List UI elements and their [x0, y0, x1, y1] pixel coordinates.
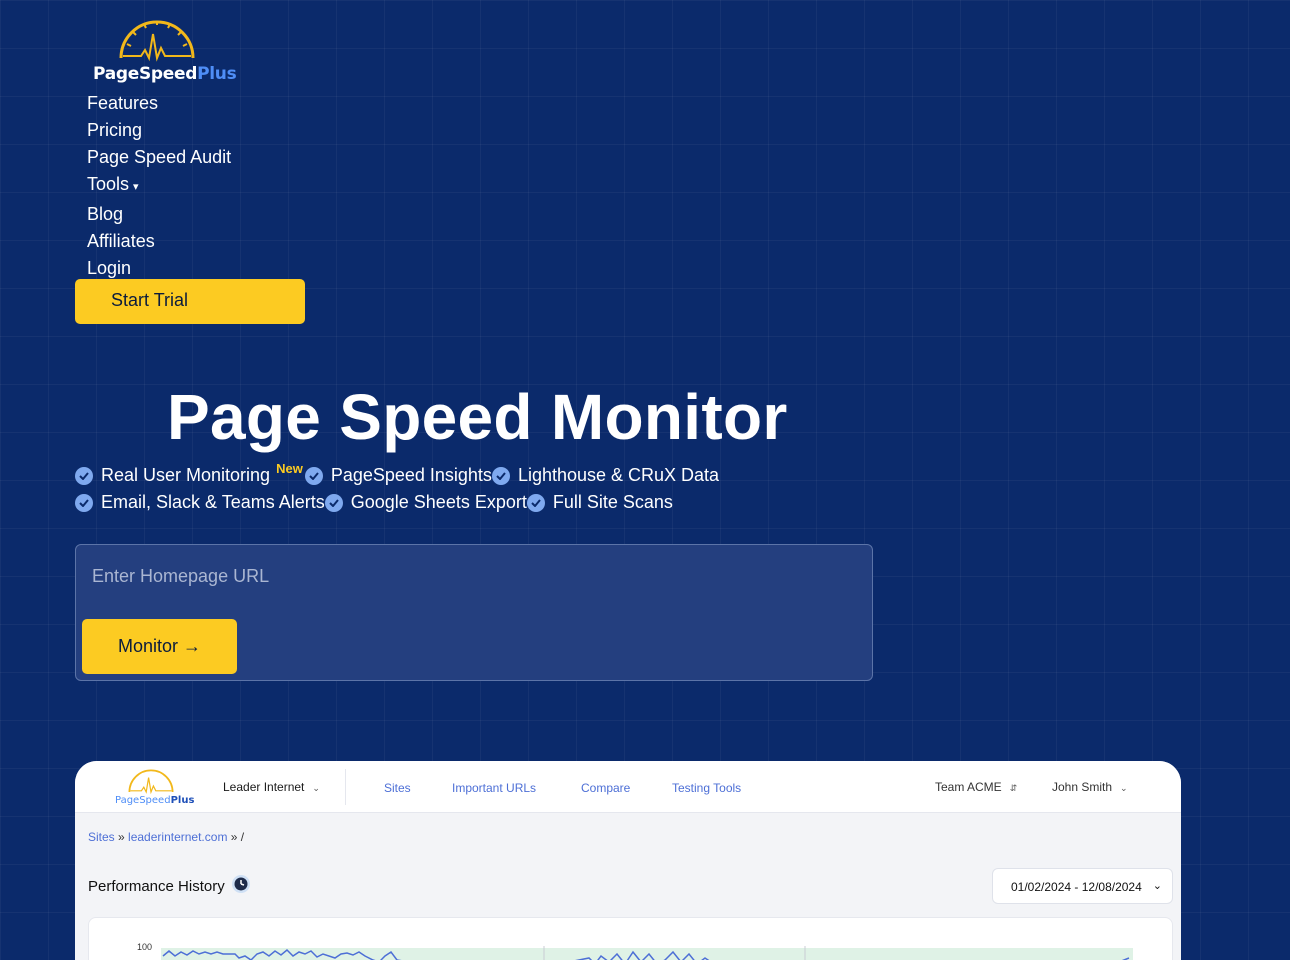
good-zone-band: [161, 948, 1133, 960]
performance-chart: 100: [88, 917, 1173, 960]
nav-tools[interactable]: Tools ▾: [87, 171, 231, 201]
speedometer-icon: [119, 20, 195, 62]
user-menu[interactable]: John Smith ⌄: [1052, 780, 1128, 794]
check-circle-icon: [491, 466, 510, 485]
date-range-value: 01/02/2024 - 12/08/2024: [1011, 880, 1142, 894]
tab-sites[interactable]: Sites: [384, 781, 411, 795]
divider: [345, 769, 346, 805]
feature-label: Email, Slack & Teams Alerts: [101, 492, 325, 512]
tab-compare[interactable]: Compare: [581, 781, 630, 795]
breadcrumb-separator: »: [230, 830, 241, 844]
app-topbar: PageSpeedPlus Leader Internet ⌄ Sites Imp…: [75, 761, 1181, 813]
check-circle-icon: [75, 493, 93, 512]
main-nav: Features Pricing Page Speed Audit Tools ▾…: [87, 90, 231, 282]
feature-item: PageSpeed Insights: [304, 465, 492, 486]
logo-wordmark: PageSpeedPlus: [93, 64, 237, 84]
feature-label: Google Sheets Export: [350, 492, 527, 512]
homepage-url-input[interactable]: [92, 563, 852, 589]
app-preview-screenshot: PageSpeedPlus Leader Internet ⌄ Sites Imp…: [75, 761, 1181, 960]
nav-blog[interactable]: Blog: [87, 201, 231, 228]
breadcrumb-path: /: [240, 830, 245, 844]
check-circle-icon: [526, 493, 545, 512]
feature-item: Real User Monitoring New: [75, 461, 305, 486]
monitor-button[interactable]: Monitor →: [82, 619, 237, 674]
app-logo-wordmark: PageSpeedPlus: [115, 795, 195, 806]
caret-down-icon: ▾: [133, 181, 139, 193]
feature-label: PageSpeed Insights: [330, 465, 492, 485]
breadcrumb-separator: »: [118, 830, 129, 844]
y-axis-tick-label: 100: [137, 942, 152, 952]
chevron-down-icon: ⌄: [1152, 880, 1162, 892]
speedometer-icon: [128, 769, 174, 795]
feature-list: Real User Monitoring New PageSpeed Insig…: [75, 461, 775, 516]
feature-item: Google Sheets Export: [324, 492, 527, 513]
app-logo: PageSpeedPlus: [113, 765, 195, 811]
performance-history-heading: Performance History: [88, 874, 251, 898]
feature-label: Real User Monitoring: [101, 465, 271, 485]
nav-pricing[interactable]: Pricing: [87, 117, 231, 144]
nav-features[interactable]: Features: [87, 90, 231, 117]
nav-page-speed-audit[interactable]: Page Speed Audit: [87, 144, 231, 171]
breadcrumb-sites[interactable]: Sites: [88, 830, 115, 844]
monitor-form: Monitor →: [75, 544, 873, 681]
date-range-picker[interactable]: 01/02/2024 - 12/08/2024 ⌄: [992, 868, 1173, 904]
clock-icon[interactable]: [231, 874, 251, 898]
team-selector[interactable]: Team ACME ⇵: [935, 780, 1017, 794]
nav-tools-label: Tools: [87, 174, 130, 194]
team-label: Team ACME: [935, 780, 1002, 794]
new-badge: New: [276, 461, 303, 476]
chevron-down-icon: ⌄: [312, 783, 320, 793]
feature-label: Lighthouse & CRuX Data: [517, 465, 720, 485]
chevron-down-icon: ⌄: [1120, 783, 1128, 793]
page-title: Page Speed Monitor: [167, 381, 788, 453]
tab-testing-tools[interactable]: Testing Tools: [672, 781, 741, 795]
site-selector[interactable]: Leader Internet ⌄: [223, 780, 320, 794]
feature-label: Full Site Scans: [552, 492, 673, 512]
pagespeedplus-logo[interactable]: PageSpeedPlus: [93, 14, 237, 88]
check-circle-icon: [75, 466, 93, 485]
updown-chevron-icon: ⇵: [1009, 783, 1018, 793]
nav-affiliates[interactable]: Affiliates: [87, 228, 231, 255]
site-selector-label: Leader Internet: [223, 780, 305, 794]
check-circle-icon: [304, 466, 323, 485]
performance-history-title: Performance History: [88, 877, 225, 895]
check-circle-icon: [324, 493, 343, 512]
user-name: John Smith: [1052, 780, 1113, 794]
start-trial-button[interactable]: Start Trial: [75, 279, 305, 324]
breadcrumb-domain[interactable]: leaderinternet.com: [128, 830, 227, 844]
nav-login[interactable]: Login: [87, 255, 231, 282]
feature-item: Lighthouse & CRuX Data: [491, 465, 720, 486]
tab-important-urls[interactable]: Important URLs: [452, 781, 536, 795]
feature-item: Full Site Scans: [526, 492, 673, 513]
breadcrumb: Sites » leaderinternet.com » /: [88, 830, 244, 844]
feature-item: Email, Slack & Teams Alerts: [75, 492, 325, 513]
